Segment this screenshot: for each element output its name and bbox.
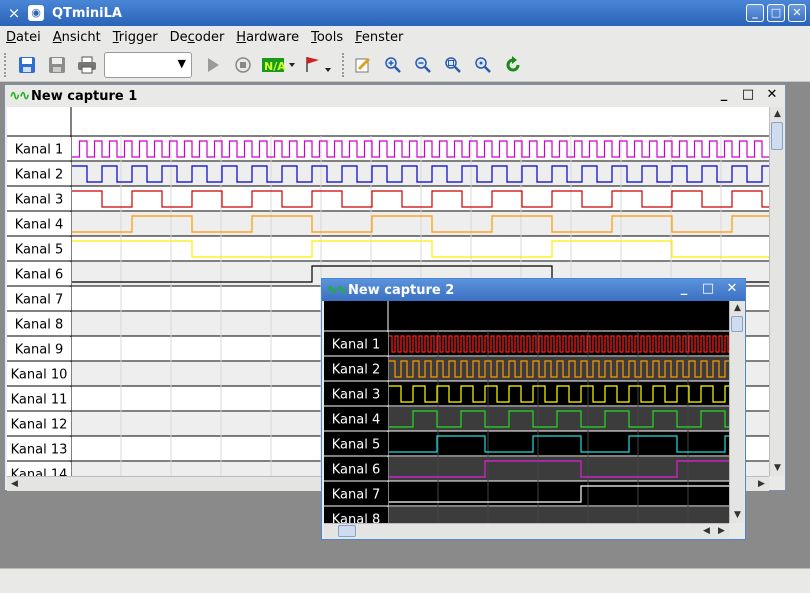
channel-label[interactable]: Kanal 2 [332,363,380,378]
capture-1-title: New capture 1 [31,88,138,104]
zoom-fit-icon[interactable] [439,52,467,78]
channel-label[interactable]: Kanal 3 [15,193,63,208]
menu-datei[interactable]: Datei [0,30,47,45]
channel-label[interactable]: Kanal 12 [11,418,68,433]
menu-bar: Datei Ansicht Trigger Decoder Hardware Tools F… [0,26,810,48]
time-ruler [324,301,729,331]
menu-trigger[interactable]: Trigger [107,30,164,45]
zoom-reset-icon[interactable] [469,52,497,78]
app-logo-icon: ⨯ [7,4,21,22]
chevron-down-icon: ▼ [177,56,186,70]
capture-1-minimize-button[interactable]: _ [717,87,731,102]
capture-1-maximize-button[interactable]: □ [741,87,755,102]
capture-2-canvas[interactable]: Kanal 1 Kanal 2 Kanal 3 Kanal 4 Kanal 5 Kanal… [324,301,729,523]
channel-label[interactable]: Kanal 4 [332,413,380,428]
run-icon[interactable] [199,52,227,78]
menu-fenster[interactable]: Fenster [349,30,409,45]
stop-icon[interactable] [229,52,257,78]
zoom-out-icon[interactable] [409,52,437,78]
channel-label[interactable]: Kanal 1 [15,143,63,158]
channel-label[interactable]: Kanal 6 [15,268,63,283]
save-icon[interactable] [13,52,41,78]
capture-1-vertical-scrollbar[interactable]: ▲ ▼ [769,107,784,476]
capture-2-close-button[interactable]: ✕ [725,281,739,296]
channel-label[interactable]: Kanal 13 [11,443,68,458]
channel-label[interactable]: Kanal 8 [15,318,63,333]
channel-label[interactable]: Kanal 5 [332,438,380,453]
channel-label[interactable]: Kanal 9 [15,343,63,358]
print-icon[interactable] [73,52,101,78]
capture-1-close-button[interactable]: ✕ [765,87,779,102]
menu-ansicht[interactable]: Ansicht [47,30,107,45]
capture-2-minimize-button[interactable]: _ [677,281,691,296]
signal-icon: ∿∿ [9,88,30,104]
status-bar [0,568,810,593]
close-button[interactable]: ✕ [788,4,806,22]
pencil-icon[interactable] [349,52,377,78]
capture-2-titlebar[interactable]: ∿∿ New capture 2 _ □ ✕ [322,279,745,301]
svg-text:N/A: N/A [264,60,286,73]
nla-icon[interactable]: N/A [259,52,299,78]
window-title: QTminiLA [52,5,122,21]
channel-row [389,507,729,523]
toolbar: ▼ N/A [0,48,810,82]
channel-label[interactable]: Kanal 1 [332,338,380,353]
refresh-icon[interactable] [499,52,527,78]
device-combo[interactable]: ▼ [104,51,192,78]
channel-label[interactable]: Kanal 2 [15,168,63,183]
channel-label[interactable]: Kanal 10 [11,368,68,383]
capture-2-title: New capture 2 [348,282,455,298]
channel-label[interactable]: Kanal 6 [332,463,380,478]
capture-window-2: ∿∿ New capture 2 _ □ ✕ Kanal 1 Kanal 2 Kan… [321,278,746,540]
toolbar-grip[interactable] [4,52,8,77]
scroll-up-icon[interactable]: ▲ [770,107,785,122]
capture-1-vscroll-thumb[interactable] [771,122,783,150]
capture-2-maximize-button[interactable]: □ [701,281,715,296]
scroll-right-icon[interactable]: ▶ [754,477,769,492]
time-ruler [7,107,769,136]
capture-2-horizontal-scrollbar[interactable]: ◀ ▶ [324,523,729,538]
channel-label[interactable]: Kanal 3 [332,388,380,403]
menu-tools[interactable]: Tools [305,30,349,45]
minimize-button[interactable]: _ [746,4,764,22]
scroll-right-icon[interactable]: ▶ [714,524,729,539]
flag-icon[interactable] [301,52,337,78]
channel-label[interactable]: Kanal 7 [332,488,380,503]
toolbar-separator [342,52,344,77]
scroll-down-icon[interactable]: ▼ [770,461,785,476]
channel-label[interactable]: Kanal 14 [11,468,68,477]
signal-icon: ∿∿ [326,282,347,298]
maximize-button[interactable]: □ [767,4,785,22]
scroll-up-icon[interactable]: ▲ [730,301,745,316]
save-disabled-icon[interactable] [43,52,71,78]
capture-2-vertical-scrollbar[interactable]: ▲ ▼ [729,301,744,523]
window-titlebar: ⨯ ◉ QTminiLA _ □ ✕ [0,0,810,26]
capture-2-vscroll-thumb[interactable] [731,316,743,332]
menu-decoder[interactable]: Decoder [164,30,231,45]
capture-1-titlebar[interactable]: ∿∿ New capture 1 _ □ ✕ [5,85,785,107]
channel-label[interactable]: Kanal 5 [15,243,63,258]
scroll-left-icon[interactable]: ◀ [699,524,714,539]
capture-2-hscroll-thumb[interactable] [338,525,356,537]
channel-label[interactable]: Kanal 8 [332,513,380,524]
scroll-left-icon[interactable]: ◀ [7,477,22,492]
zoom-in-icon[interactable] [379,52,407,78]
channel-label[interactable]: Kanal 4 [15,218,63,233]
menu-hardware[interactable]: Hardware [230,30,305,45]
channel-label[interactable]: Kanal 7 [15,293,63,308]
channel-label[interactable]: Kanal 11 [11,393,68,408]
system-menu-icon[interactable]: ◉ [28,5,44,21]
scroll-down-icon[interactable]: ▼ [730,508,745,523]
